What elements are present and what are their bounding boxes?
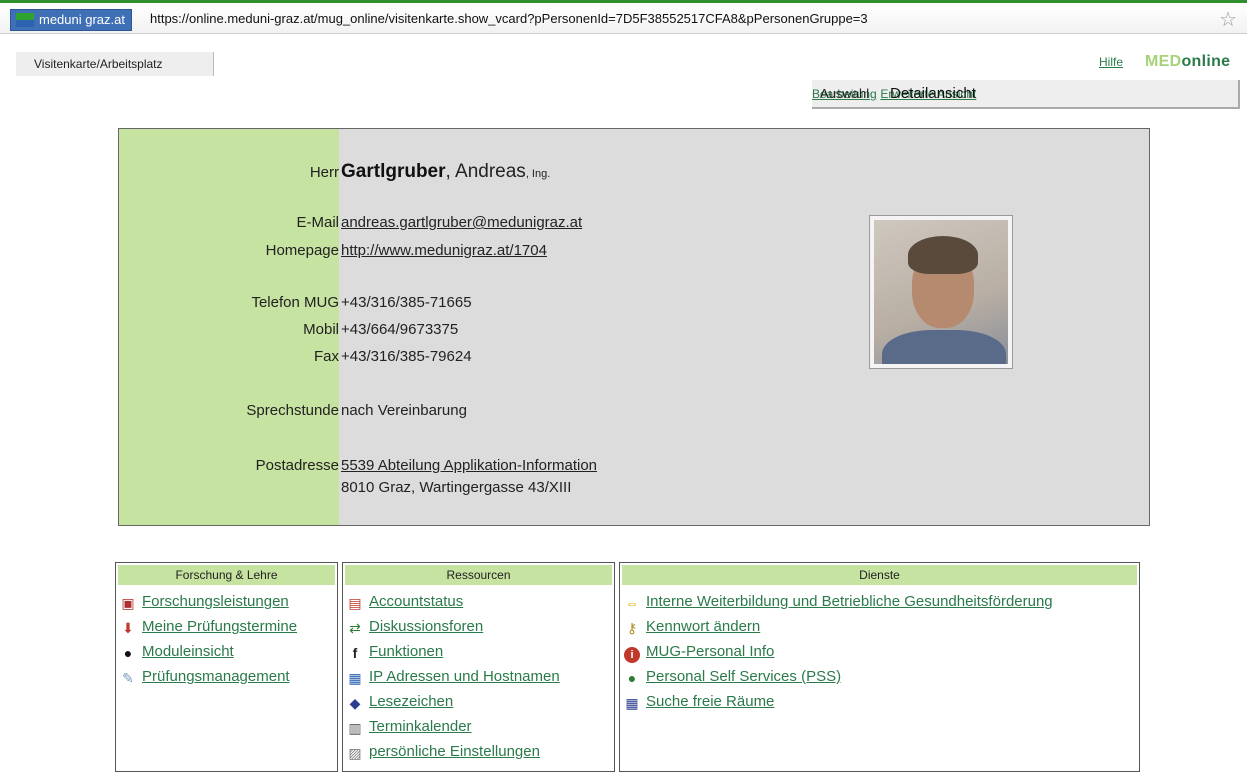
- panel-ressourcen: Ressourcen ▤ Accountstatus ⇄ Diskussionsfo…: [342, 562, 615, 772]
- site-favicon-icon: [16, 13, 34, 27]
- info-icon: i: [624, 647, 640, 663]
- last-name: Gartlgruber: [341, 161, 446, 182]
- menu-item-weiterbildung[interactable]: ⇔ Interne Weiterbildung und Betriebliche …: [624, 589, 1139, 614]
- research-icon: ▣: [121, 595, 135, 611]
- room-search-icon: ▦: [625, 695, 639, 711]
- address-org-link[interactable]: 5539 Abteilung Applikation-Information: [341, 457, 597, 474]
- view-auswahl[interactable]: Auswahl: [820, 80, 869, 107]
- self-service-icon: ●: [627, 670, 637, 686]
- mobile-value: +43/664/9673375: [341, 321, 459, 338]
- menu-item-pss[interactable]: ● Personal Self Services (PSS): [624, 664, 1139, 689]
- vcard-panel: Herr Gartlgruber, Andreas, Ing. E-Mail a…: [118, 128, 1150, 526]
- panel-header-dienste: Dienste: [622, 565, 1137, 585]
- account-status-icon: ▤: [348, 595, 362, 611]
- settings-icon: ▨: [348, 745, 362, 761]
- menu-item-ip-adressen[interactable]: ▦ IP Adressen und Hostnamen: [347, 664, 614, 689]
- site-identity-label: meduni graz.at: [39, 12, 125, 27]
- tab-visitenkarte[interactable]: Visitenkarte/Arbeitsplatz: [16, 52, 214, 76]
- phone-label: Telefon MUG: [251, 294, 339, 311]
- module-icon: ●: [123, 645, 133, 661]
- site-identity-button[interactable]: meduni graz.at: [10, 9, 132, 31]
- menu-item-moduleinsicht[interactable]: ● Moduleinsicht: [120, 639, 337, 664]
- mobile-label: Mobil: [303, 321, 339, 338]
- panel-header-forschung: Forschung & Lehre: [118, 565, 335, 585]
- phone-value: +43/316/385-71665: [341, 294, 472, 311]
- office-hours-label: Sprechstunde: [246, 402, 339, 419]
- menu-item-pruefungsmanagement[interactable]: ✎ Prüfungsmanagement: [120, 664, 337, 689]
- person-name: Gartlgruber, Andreas, Ing.: [341, 161, 550, 183]
- function-icon: f: [352, 645, 358, 661]
- bookmark-icon: ◆: [349, 695, 361, 711]
- homepage-label: Homepage: [265, 242, 339, 259]
- exam-management-icon: ✎: [122, 670, 134, 686]
- menu-item-freie-raeume[interactable]: ▦ Suche freie Räume: [624, 689, 1139, 714]
- calendar-icon: ▥: [348, 720, 362, 736]
- arrows-icon: ⇔: [625, 595, 639, 611]
- menu-item-kennwort[interactable]: ⚷ Kennwort ändern: [624, 614, 1139, 639]
- panel-header-ressourcen: Ressourcen: [345, 565, 612, 585]
- email-link[interactable]: andreas.gartlgruber@medunigraz.at: [341, 214, 582, 231]
- fax-label: Fax: [313, 348, 339, 365]
- address-label: Postadresse: [255, 457, 339, 474]
- first-name: , Andreas: [445, 161, 526, 182]
- address-street: 8010 Graz, Wartingergasse 43/XIII: [341, 479, 572, 496]
- exam-dates-icon: ⬇: [122, 620, 134, 636]
- menu-item-persoenliche-einstellungen[interactable]: ▨ persönliche Einstellungen: [347, 739, 614, 764]
- menu-item-forschungsleistungen[interactable]: ▣ Forschungsleistungen: [120, 589, 337, 614]
- person-photo: [869, 215, 1013, 369]
- forum-arrows-icon: ⇄: [349, 620, 361, 636]
- homepage-link[interactable]: http://www.medunigraz.at/1704: [341, 242, 547, 259]
- view-switcher: Auswahl Detailansicht Bearbeitung Erweit…: [812, 80, 1240, 109]
- fax-value: +43/316/385-79624: [341, 348, 472, 365]
- medonline-logo: MEDonline: [1145, 53, 1231, 70]
- menu-item-personal-info[interactable]: i MUG-Personal Info: [624, 639, 1139, 664]
- help-link[interactable]: Hilfe: [1099, 55, 1123, 69]
- menu-item-lesezeichen[interactable]: ◆ Lesezeichen: [347, 689, 614, 714]
- panel-forschung-lehre: Forschung & Lehre ▣ Forschungsleistungen …: [115, 562, 338, 772]
- network-icon: ▦: [348, 670, 362, 686]
- office-hours-value: nach Vereinbarung: [341, 402, 467, 419]
- view-detailansicht: Detailansicht: [890, 85, 976, 102]
- menu-item-funktionen[interactable]: f Funktionen: [347, 639, 614, 664]
- menu-item-pruefungstermine[interactable]: ⬇ Meine Prüfungstermine: [120, 614, 337, 639]
- salutation: Herr: [309, 164, 339, 181]
- menu-item-accountstatus[interactable]: ▤ Accountstatus: [347, 589, 614, 614]
- key-icon: ⚷: [626, 620, 638, 636]
- url-field[interactable]: https://online.meduni-graz.at/mug_online…: [150, 11, 868, 26]
- panel-dienste: Dienste ⇔ Interne Weiterbildung und Betri…: [619, 562, 1140, 772]
- email-label: E-Mail: [296, 214, 339, 231]
- academic-title: , Ing.: [525, 168, 551, 180]
- menu-item-terminkalender[interactable]: ▥ Terminkalender: [347, 714, 614, 739]
- menu-item-diskussionsforen[interactable]: ⇄ Diskussionsforen: [347, 614, 614, 639]
- bookmark-star-icon[interactable]: ☆: [1219, 7, 1237, 32]
- address-bar: meduni graz.at https://online.meduni-gra…: [0, 0, 1247, 34]
